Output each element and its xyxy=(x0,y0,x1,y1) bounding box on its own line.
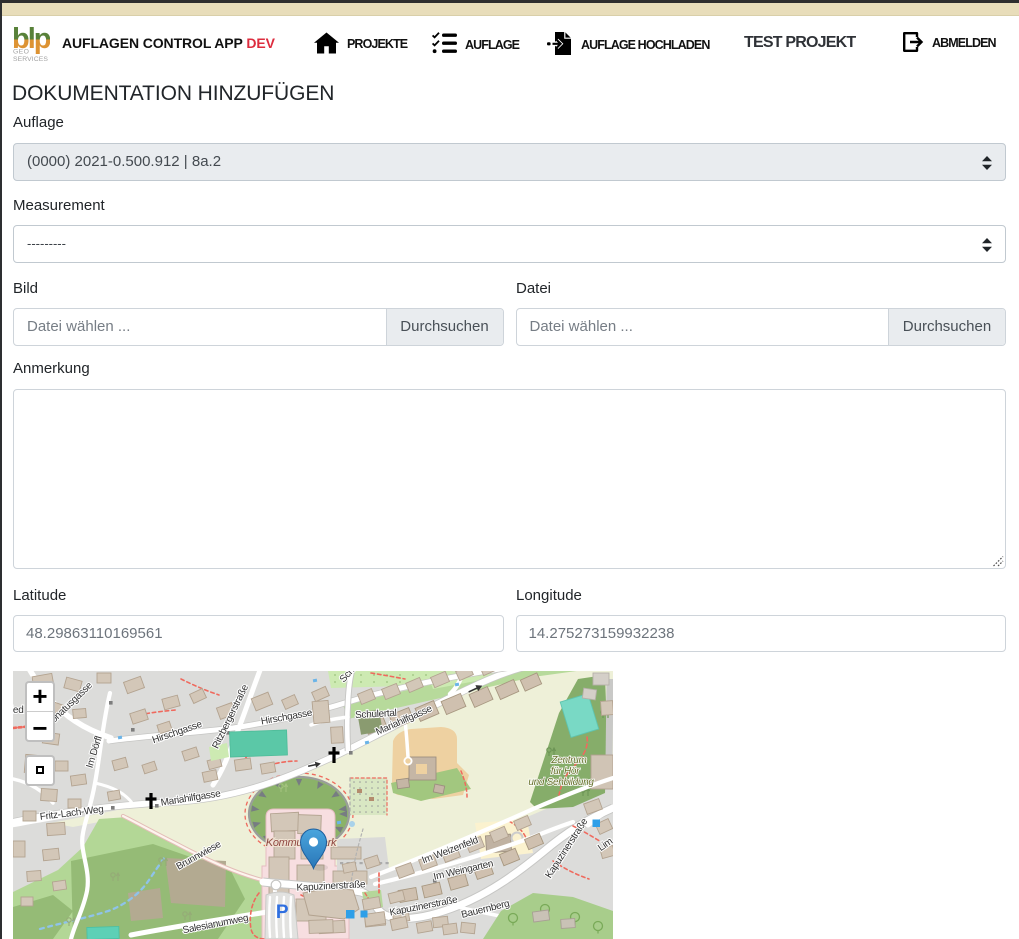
svg-text:P: P xyxy=(276,902,289,923)
svg-text:SERVICES: SERVICES xyxy=(13,56,48,62)
svg-text:Zentrum: Zentrum xyxy=(550,755,586,766)
svg-text:und Sehbildung: und Sehbildung xyxy=(528,777,594,788)
svg-text:GEO: GEO xyxy=(13,49,29,56)
svg-text:Schulertal: Schulertal xyxy=(355,708,397,721)
svg-text:tied: tied xyxy=(13,705,23,716)
svg-text:für Hör: für Hör xyxy=(551,766,580,777)
